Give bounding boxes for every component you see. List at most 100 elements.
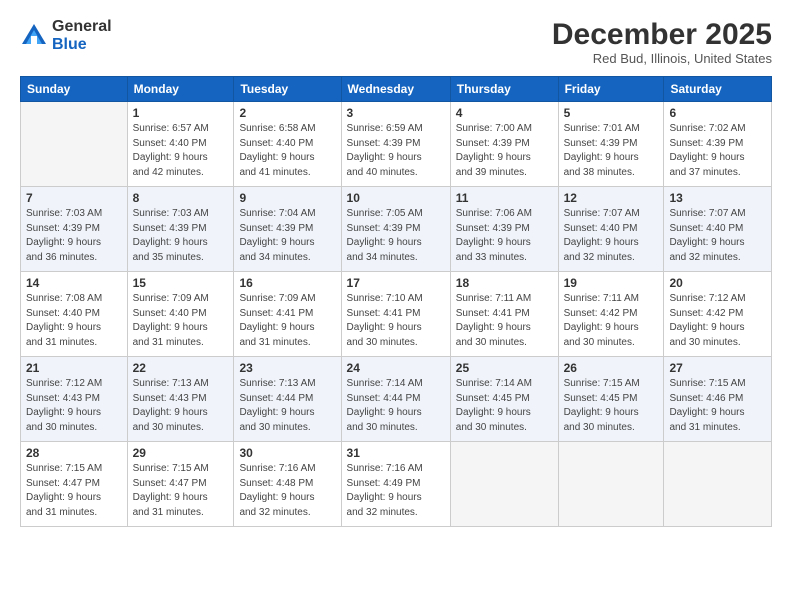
day-info-line: and 30 minutes. bbox=[26, 422, 97, 433]
day-info: Sunrise: 7:01 AMSunset: 4:39 PMDaylight:… bbox=[564, 122, 659, 180]
day-info-line: Sunrise: 7:09 AM bbox=[239, 293, 315, 304]
calendar-cell: 24Sunrise: 7:14 AMSunset: 4:44 PMDayligh… bbox=[341, 357, 450, 442]
calendar-cell: 16Sunrise: 7:09 AMSunset: 4:41 PMDayligh… bbox=[234, 272, 341, 357]
day-info-line: and 30 minutes. bbox=[133, 422, 204, 433]
day-info-line: Daylight: 9 hours bbox=[669, 322, 744, 333]
day-info-line: Sunrise: 7:04 AM bbox=[239, 208, 315, 219]
day-info-line: Sunset: 4:41 PM bbox=[456, 308, 530, 319]
day-info-line: Sunrise: 7:14 AM bbox=[347, 378, 423, 389]
calendar-cell: 14Sunrise: 7:08 AMSunset: 4:40 PMDayligh… bbox=[21, 272, 128, 357]
day-info-line: Sunset: 4:39 PM bbox=[347, 138, 421, 149]
day-info: Sunrise: 7:16 AMSunset: 4:48 PMDaylight:… bbox=[239, 462, 335, 520]
day-info-line: Daylight: 9 hours bbox=[239, 407, 314, 418]
day-number: 20 bbox=[669, 276, 766, 290]
day-info: Sunrise: 7:08 AMSunset: 4:40 PMDaylight:… bbox=[26, 292, 122, 350]
day-info-line: Sunrise: 6:58 AM bbox=[239, 123, 315, 134]
day-info-line: Daylight: 9 hours bbox=[564, 407, 639, 418]
day-info-line: Sunrise: 7:09 AM bbox=[133, 293, 209, 304]
calendar-cell: 15Sunrise: 7:09 AMSunset: 4:40 PMDayligh… bbox=[127, 272, 234, 357]
day-info-line: Sunset: 4:42 PM bbox=[564, 308, 638, 319]
header: General Blue December 2025 Red Bud, Illi… bbox=[20, 18, 772, 66]
day-info-line: Sunrise: 7:15 AM bbox=[133, 463, 209, 474]
day-info-line: Daylight: 9 hours bbox=[564, 152, 639, 163]
day-number: 30 bbox=[239, 446, 335, 460]
location: Red Bud, Illinois, United States bbox=[552, 51, 772, 66]
day-number: 31 bbox=[347, 446, 445, 460]
day-info: Sunrise: 7:00 AMSunset: 4:39 PMDaylight:… bbox=[456, 122, 553, 180]
day-info-line: and 30 minutes. bbox=[669, 337, 740, 348]
day-info-line: Sunrise: 7:12 AM bbox=[26, 378, 102, 389]
day-info-line: Sunrise: 7:15 AM bbox=[669, 378, 745, 389]
day-info-line: Sunrise: 7:05 AM bbox=[347, 208, 423, 219]
calendar-cell: 4Sunrise: 7:00 AMSunset: 4:39 PMDaylight… bbox=[450, 102, 558, 187]
day-info: Sunrise: 7:14 AMSunset: 4:44 PMDaylight:… bbox=[347, 377, 445, 435]
day-info-line: Sunrise: 7:13 AM bbox=[133, 378, 209, 389]
weekday-header-sunday: Sunday bbox=[21, 77, 128, 102]
day-info-line: and 30 minutes. bbox=[347, 422, 418, 433]
day-number: 12 bbox=[564, 191, 659, 205]
calendar-cell: 25Sunrise: 7:14 AMSunset: 4:45 PMDayligh… bbox=[450, 357, 558, 442]
calendar-cell: 26Sunrise: 7:15 AMSunset: 4:45 PMDayligh… bbox=[558, 357, 664, 442]
day-info: Sunrise: 7:11 AMSunset: 4:42 PMDaylight:… bbox=[564, 292, 659, 350]
day-number: 8 bbox=[133, 191, 229, 205]
day-info: Sunrise: 6:59 AMSunset: 4:39 PMDaylight:… bbox=[347, 122, 445, 180]
day-info-line: Sunrise: 7:12 AM bbox=[669, 293, 745, 304]
day-info-line: and 38 minutes. bbox=[564, 167, 635, 178]
day-info-line: Daylight: 9 hours bbox=[669, 152, 744, 163]
day-number: 2 bbox=[239, 106, 335, 120]
day-number: 27 bbox=[669, 361, 766, 375]
day-number: 5 bbox=[564, 106, 659, 120]
day-info-line: Daylight: 9 hours bbox=[26, 492, 101, 503]
day-number: 18 bbox=[456, 276, 553, 290]
logo-icon bbox=[20, 22, 48, 50]
day-info-line: Daylight: 9 hours bbox=[133, 152, 208, 163]
day-info-line: Sunset: 4:39 PM bbox=[669, 138, 743, 149]
day-info-line: Daylight: 9 hours bbox=[669, 407, 744, 418]
day-info-line: Sunset: 4:42 PM bbox=[669, 308, 743, 319]
day-info: Sunrise: 7:03 AMSunset: 4:39 PMDaylight:… bbox=[133, 207, 229, 265]
day-number: 1 bbox=[133, 106, 229, 120]
day-info-line: Daylight: 9 hours bbox=[133, 237, 208, 248]
calendar-cell: 30 Sunrise: 7:16 AMSunset: 4:48 PMDayligh… bbox=[234, 442, 341, 527]
calendar-cell: 21Sunrise: 7:12 AMSunset: 4:43 PMDayligh… bbox=[21, 357, 128, 442]
day-info-line: and 31 minutes. bbox=[239, 337, 310, 348]
weekday-header-thursday: Thursday bbox=[450, 77, 558, 102]
logo-text: General Blue bbox=[52, 18, 112, 53]
calendar-cell bbox=[664, 442, 772, 527]
day-info-line: Sunset: 4:47 PM bbox=[26, 478, 100, 489]
month-title: December 2025 bbox=[552, 18, 772, 51]
calendar-cell: 18 Sunrise: 7:11 AMSunset: 4:41 PMDayligh… bbox=[450, 272, 558, 357]
day-info-line: Daylight: 9 hours bbox=[239, 322, 314, 333]
day-info-line: Sunrise: 7:10 AM bbox=[347, 293, 423, 304]
day-info-line: Sunrise: 7:16 AM bbox=[347, 463, 423, 474]
day-info: Sunrise: 7:03 AMSunset: 4:39 PMDaylight:… bbox=[26, 207, 122, 265]
day-info: Sunrise: 7:13 AMSunset: 4:43 PMDaylight:… bbox=[133, 377, 229, 435]
day-info-line: Daylight: 9 hours bbox=[26, 407, 101, 418]
weekday-header-wednesday: Wednesday bbox=[341, 77, 450, 102]
day-info-line: Daylight: 9 hours bbox=[564, 237, 639, 248]
day-info: Sunrise: 7:12 AM Sunset: 4:42 PM Daylight:… bbox=[669, 292, 766, 350]
day-info-line: Sunrise: 7:01 AM bbox=[564, 123, 640, 134]
day-info-line: Daylight: 9 hours bbox=[456, 237, 531, 248]
weekday-header-friday: Friday bbox=[558, 77, 664, 102]
day-info-line: Daylight: 9 hours bbox=[26, 322, 101, 333]
day-number: 28 bbox=[26, 446, 122, 460]
day-info-line: Sunrise: 7:15 AM bbox=[564, 378, 640, 389]
day-info-line: Daylight: 9 hours bbox=[347, 322, 422, 333]
day-info-line: Daylight: 9 hours bbox=[133, 407, 208, 418]
day-info-line: and 32 minutes. bbox=[669, 252, 740, 263]
day-info-line: Sunset: 4:40 PM bbox=[133, 138, 207, 149]
week-row-3: 14Sunrise: 7:08 AMSunset: 4:40 PMDayligh… bbox=[21, 272, 772, 357]
day-info-line: Sunrise: 7:15 AM bbox=[26, 463, 102, 474]
day-info-line: and 31 minutes. bbox=[669, 422, 740, 433]
day-info-line: and 30 minutes. bbox=[456, 422, 527, 433]
day-info-line: and 42 minutes. bbox=[133, 167, 204, 178]
day-info-line: Sunrise: 7:03 AM bbox=[133, 208, 209, 219]
day-info-line: Sunset: 4:44 PM bbox=[239, 393, 313, 404]
day-info: Sunrise: 7:11 AMSunset: 4:41 PMDaylight:… bbox=[456, 292, 553, 350]
day-number: 3 bbox=[347, 106, 445, 120]
page: General Blue December 2025 Red Bud, Illi… bbox=[0, 0, 792, 612]
day-info-line: and 37 minutes. bbox=[669, 167, 740, 178]
day-info-line: and 34 minutes. bbox=[239, 252, 310, 263]
weekday-header-saturday: Saturday bbox=[664, 77, 772, 102]
